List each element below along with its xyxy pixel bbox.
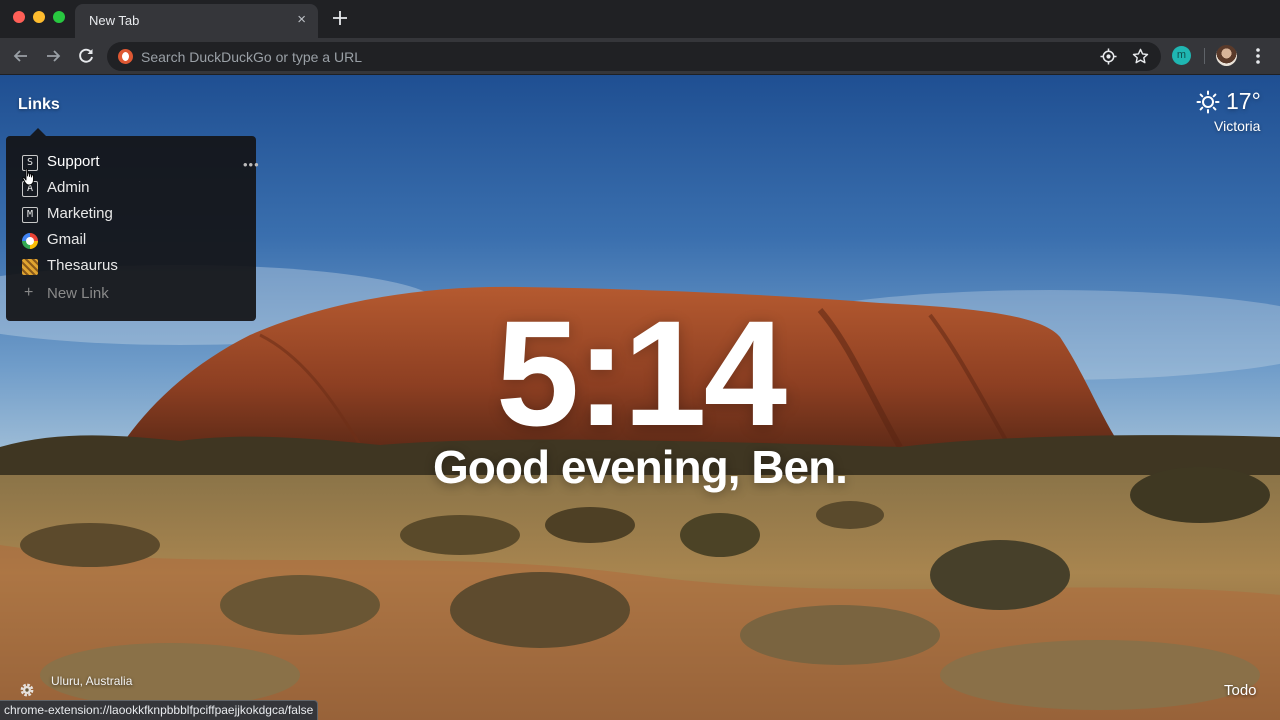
hand-cursor-icon bbox=[22, 168, 34, 186]
new-link-button[interactable]: + New Link bbox=[22, 284, 242, 306]
window-minimize-button[interactable] bbox=[33, 11, 45, 23]
sun-icon[interactable] bbox=[1196, 90, 1220, 114]
browser-menu-icon[interactable] bbox=[1250, 46, 1266, 66]
link-label: Admin bbox=[47, 179, 90, 196]
bookmark-star-icon[interactable] bbox=[1132, 48, 1149, 65]
link-item-support[interactable]: S Support ••• bbox=[22, 152, 259, 174]
status-bar-url: chrome-extension://laookkfknpbbblfpciffp… bbox=[0, 700, 319, 720]
links-toggle[interactable]: Links bbox=[18, 96, 60, 114]
links-panel: S Support ••• A Admin M Marketing Gmail … bbox=[6, 136, 259, 321]
link-label: Marketing bbox=[47, 205, 113, 222]
link-label: Support bbox=[47, 153, 100, 170]
location-target-icon[interactable] bbox=[1100, 48, 1117, 65]
duckduckgo-icon bbox=[118, 49, 133, 64]
forward-arrow-icon[interactable] bbox=[43, 46, 63, 66]
tab-strip: New Tab × bbox=[0, 0, 1280, 38]
browser-toolbar: Search DuckDuckGo or type a URL bbox=[0, 38, 1280, 75]
profile-avatar[interactable] bbox=[1216, 45, 1237, 66]
todo-button[interactable]: Todo bbox=[1224, 682, 1257, 699]
plus-icon: + bbox=[24, 284, 34, 301]
clock-time: 5:14 bbox=[495, 289, 787, 457]
link-item-thesaurus[interactable]: Thesaurus bbox=[22, 256, 242, 278]
settings-gear-icon[interactable] bbox=[18, 681, 36, 699]
toolbar-divider bbox=[1204, 48, 1205, 64]
google-icon bbox=[22, 233, 38, 249]
letter-m-icon: M bbox=[22, 207, 38, 223]
weather-temperature[interactable]: 17° bbox=[1226, 88, 1261, 115]
back-arrow-icon[interactable] bbox=[11, 46, 31, 66]
link-item-marketing[interactable]: M Marketing bbox=[22, 204, 242, 226]
address-bar-placeholder: Search DuckDuckGo or type a URL bbox=[141, 49, 362, 65]
new-link-label: New Link bbox=[47, 285, 109, 302]
extension-icon[interactable]: m bbox=[1172, 46, 1191, 65]
window-close-button[interactable] bbox=[13, 11, 25, 23]
tab-new-tab[interactable]: New Tab × bbox=[75, 4, 318, 38]
link-label: Gmail bbox=[47, 231, 87, 248]
link-item-gmail[interactable]: Gmail bbox=[22, 230, 242, 252]
links-panel-caret bbox=[30, 128, 46, 136]
more-options-icon[interactable]: ••• bbox=[243, 157, 260, 172]
weather-location[interactable]: Victoria bbox=[1214, 118, 1260, 134]
tab-close-icon[interactable]: × bbox=[297, 12, 306, 28]
photo-location[interactable]: Uluru, Australia bbox=[51, 674, 132, 688]
thesaurus-icon bbox=[22, 259, 38, 275]
link-label: Thesaurus bbox=[47, 257, 118, 274]
reload-icon[interactable] bbox=[76, 46, 96, 66]
window-maximize-button[interactable] bbox=[53, 11, 65, 23]
new-tab-plus-icon[interactable] bbox=[331, 9, 349, 27]
link-item-admin[interactable]: A Admin bbox=[22, 178, 242, 200]
address-bar[interactable]: Search DuckDuckGo or type a URL bbox=[107, 42, 1161, 71]
tab-title: New Tab bbox=[89, 13, 140, 28]
greeting-text: Good evening, Ben. bbox=[433, 441, 848, 493]
